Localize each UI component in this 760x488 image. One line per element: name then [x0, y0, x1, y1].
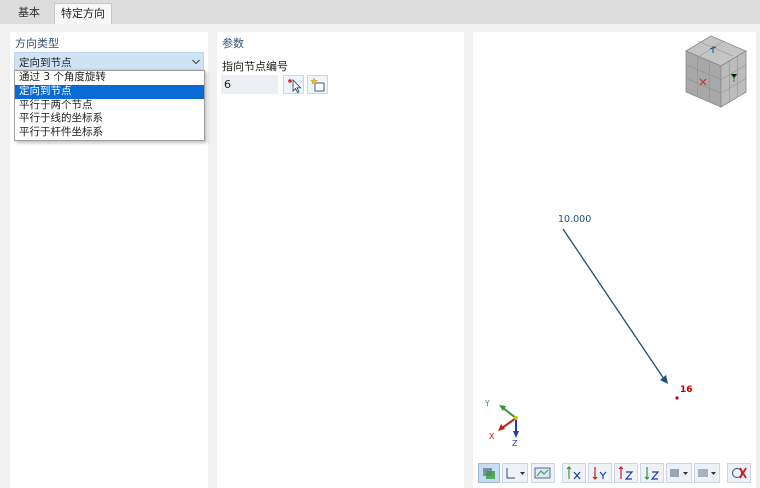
vector-value-label: 10.000: [558, 214, 591, 225]
new-node-button[interactable]: [307, 75, 328, 94]
axis-z-label: Z: [512, 439, 518, 448]
view-neg-y-icon: [592, 467, 607, 480]
render-dropdown-button[interactable]: [694, 463, 720, 483]
color-dropdown-button[interactable]: [666, 463, 692, 483]
render-dropdown-icon: [698, 469, 716, 477]
option-parallel-two-nodes[interactable]: 平行于两个节点: [15, 99, 204, 113]
pick-node-icon: [288, 78, 302, 94]
view-neg-y-button[interactable]: [588, 463, 612, 483]
node-point[interactable]: [675, 396, 679, 400]
direction-type-selected: 定向到节点: [19, 57, 72, 69]
node-number-label: 16: [680, 385, 693, 395]
axis-dropdown-icon: [506, 468, 525, 479]
tab-specific-direction[interactable]: 特定方向: [54, 3, 112, 24]
view-x-icon: [566, 466, 581, 480]
vector-arrowhead: [660, 375, 668, 384]
view-neg-z-icon: [644, 467, 660, 480]
color-dropdown-icon: [670, 469, 688, 477]
option-parallel-member-cs[interactable]: 平行于杆件坐标系: [15, 126, 204, 140]
new-node-icon: [310, 77, 325, 92]
parameters-panel: 参数 指向节点编号: [217, 32, 464, 488]
reset-view-button[interactable]: [727, 463, 751, 483]
axis-x-label: X: [489, 432, 495, 441]
view-z-button[interactable]: [614, 463, 638, 483]
view-panel[interactable]: 10.000 16 Y X Z: [473, 32, 756, 488]
chevron-down-icon: [192, 59, 200, 65]
display-options-button[interactable]: [478, 463, 500, 483]
axis-dropdown-button[interactable]: [502, 463, 528, 483]
view-cube-icon[interactable]: [685, 35, 747, 108]
option-parallel-line-cs[interactable]: 平行于线的坐标系: [15, 112, 204, 126]
view-settings-icon: [534, 467, 551, 479]
view-settings-button[interactable]: [531, 463, 555, 483]
option-rotate-3-angles[interactable]: 通过 3 个角度旋转: [15, 71, 204, 85]
display-options-icon: [483, 468, 495, 479]
reset-icon: [732, 467, 747, 479]
tab-basic[interactable]: 基本: [6, 3, 52, 24]
parameters-title: 参数: [222, 37, 244, 50]
tab-bar: 基本 特定方向: [0, 0, 760, 24]
direction-vector: [562, 228, 665, 380]
view-neg-z-button[interactable]: [640, 463, 664, 483]
view-z-icon: [618, 466, 634, 480]
node-number-label: 指向节点编号: [222, 60, 288, 73]
node-number-input[interactable]: [221, 75, 278, 94]
pick-node-button[interactable]: [283, 75, 304, 94]
axis-y-label: Y: [484, 399, 490, 408]
direction-type-combobox[interactable]: 定向到节点: [14, 52, 204, 70]
view-canvas: 10.000 16 Y X Z: [484, 35, 747, 448]
axis-triad: Y X Z: [484, 399, 519, 448]
direction-type-dropdown: 通过 3 个角度旋转 定向到节点 平行于两个节点 平行于线的坐标系 平行于杆件坐…: [14, 70, 205, 141]
view-x-button[interactable]: [562, 463, 586, 483]
direction-type-title: 方向类型: [15, 37, 59, 50]
option-to-node[interactable]: 定向到节点: [15, 84, 204, 99]
